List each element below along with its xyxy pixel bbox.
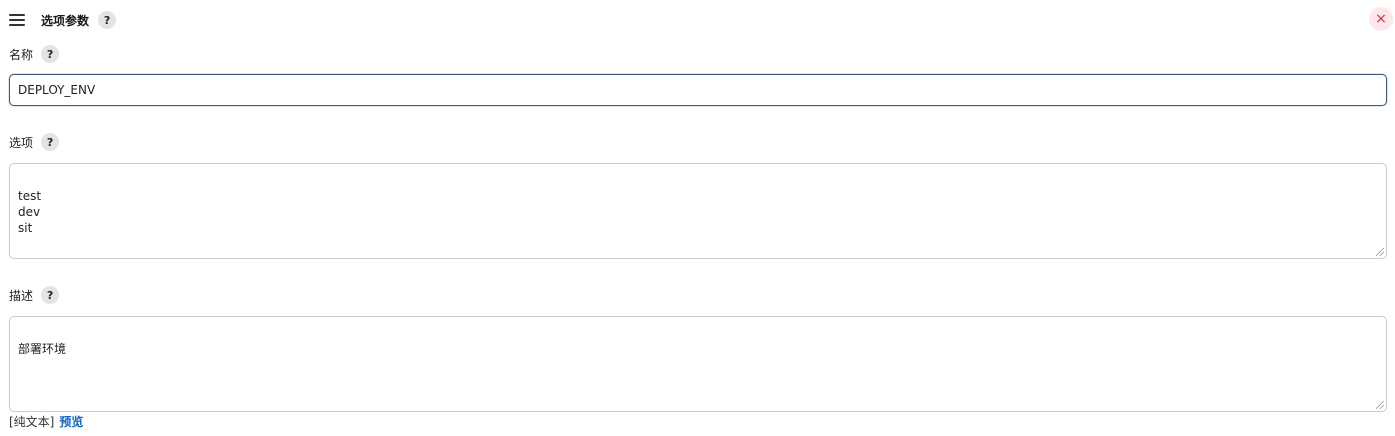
description-label: 描述 [9,288,34,303]
help-icon[interactable]: ? [98,11,117,29]
preview-link[interactable]: 预览 [59,413,83,430]
description-textarea[interactable]: 部署环境 [9,316,1387,412]
resize-handle-icon[interactable] [1376,401,1384,409]
choices-textarea-value: test dev sit [18,189,42,235]
description-textarea-value: 部署环境 [18,342,67,356]
panel-title: 选项参数 [41,13,90,28]
choices-label-row: 选项 ? [9,132,60,152]
description-footer: [纯文本] 预览 [9,412,83,430]
choices-textarea[interactable]: test dev sit [9,163,1387,259]
format-indicator: [纯文本] [9,414,55,429]
resize-handle-icon[interactable] [1376,248,1384,256]
help-icon[interactable]: ? [41,286,60,304]
name-input-value: DEPLOY_ENV [18,83,96,97]
description-label-row: 描述 ? [9,285,60,305]
name-label: 名称 [9,47,34,62]
help-icon[interactable]: ? [41,45,60,63]
choices-label: 选项 [9,135,34,150]
close-button[interactable]: × [1369,7,1393,31]
name-label-row: 名称 ? [9,44,60,64]
panel-header: 选项参数 ? [9,9,117,31]
help-icon[interactable]: ? [41,133,60,151]
choice-parameter-panel: 选项参数 ? × 名称 ? DEPLOY_ENV 选项 ? test dev s… [0,0,1395,436]
name-input[interactable]: DEPLOY_ENV [9,74,1387,106]
drag-handle-icon[interactable] [9,14,25,26]
